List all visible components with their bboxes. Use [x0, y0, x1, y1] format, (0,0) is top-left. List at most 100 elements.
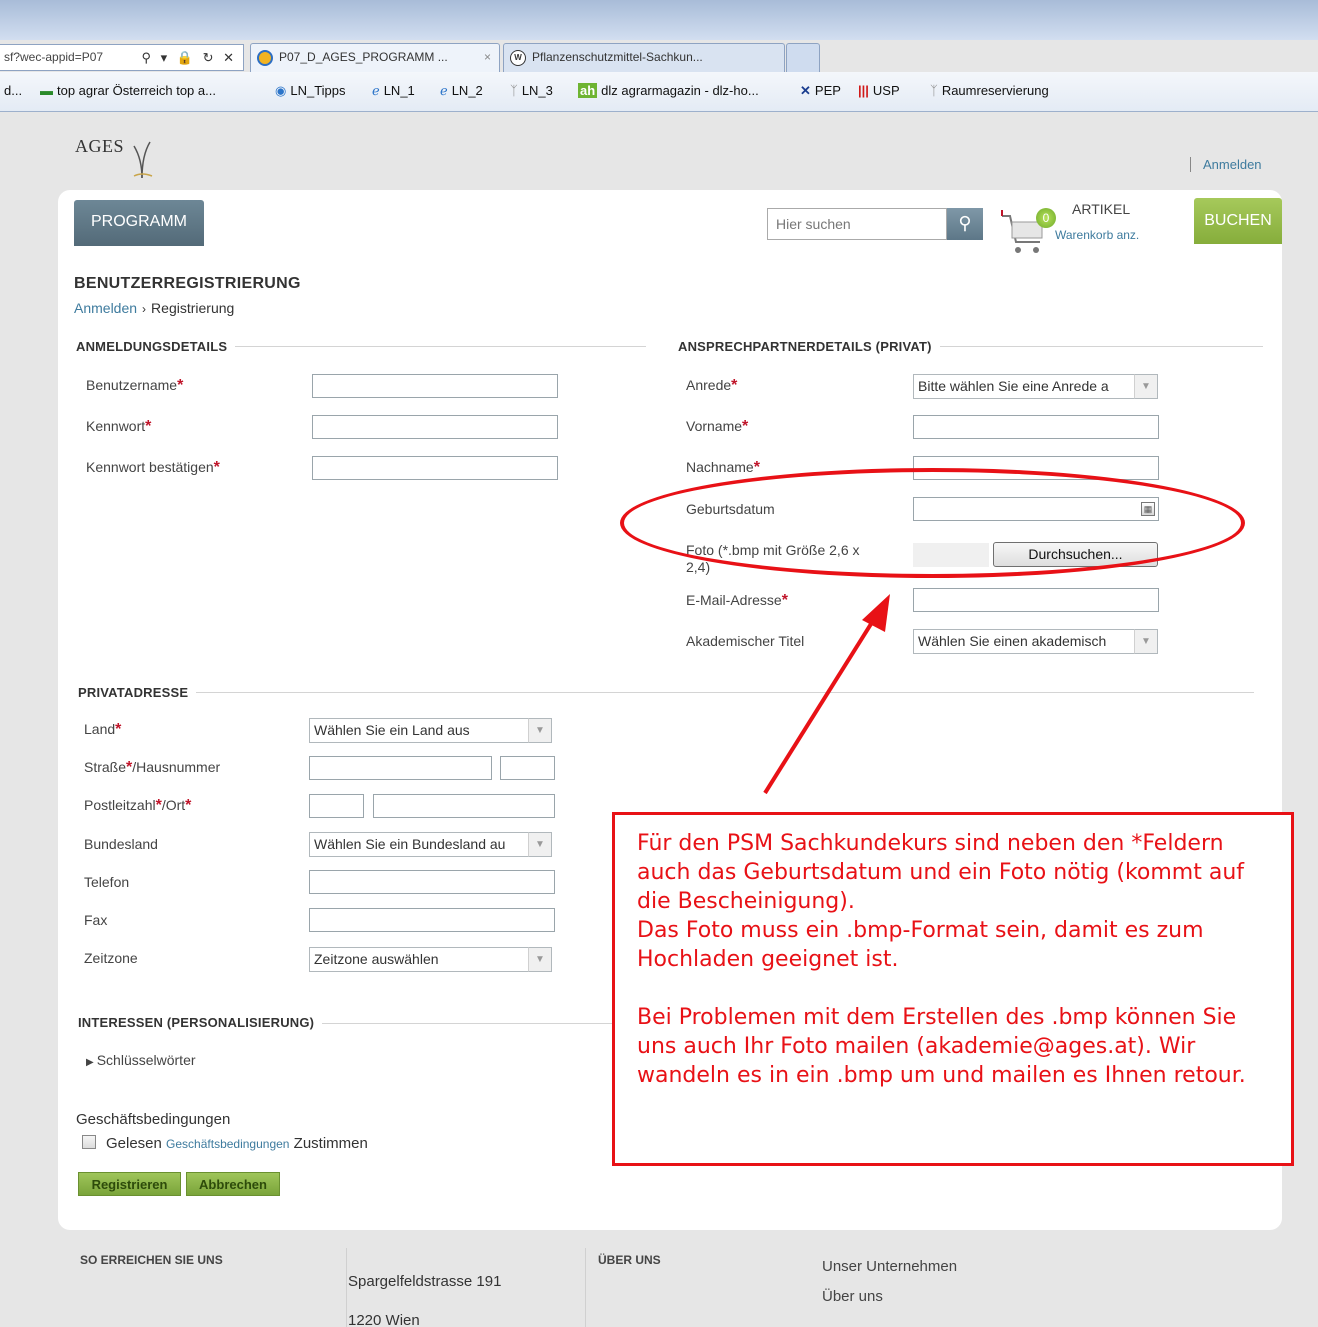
agrar-icon: ▬	[40, 83, 53, 98]
footer-divider	[585, 1248, 586, 1327]
fax-label: Fax	[84, 912, 108, 928]
search-input[interactable]: Hier suchen	[767, 208, 947, 240]
confirm-password-label: Kennwort bestätigen*	[86, 459, 220, 476]
favorite-item-usp[interactable]: ||| USP	[858, 83, 900, 98]
email-input[interactable]	[913, 588, 1159, 612]
breadcrumb-login-link[interactable]: Anmelden	[74, 300, 137, 316]
street-input[interactable]	[309, 756, 492, 780]
street-label: Straße*/Hausnummer	[84, 759, 221, 776]
terms-link[interactable]: Geschäftsbedingungen	[166, 1137, 289, 1151]
favorite-item[interactable]: d...	[4, 83, 22, 98]
password-input[interactable]	[312, 415, 558, 439]
ie-icon	[257, 50, 273, 66]
terms-title: Geschäftsbedingungen	[76, 1111, 231, 1128]
footer-contact-heading: SO ERREICHEN SIE UNS	[80, 1253, 223, 1267]
timezone-label: Zeitzone	[84, 950, 138, 966]
annotation-note-box: Für den PSM Sachkundekurs sind neben den…	[612, 812, 1294, 1166]
postal-code-label: Postleitzahl*/Ort*	[84, 797, 192, 814]
annotation-text: Bei Problemen mit dem Erstellen des .bmp…	[637, 1005, 1246, 1088]
fax-input[interactable]	[309, 908, 555, 932]
ages-logo-plant-icon	[133, 141, 153, 179]
chevron-down-icon[interactable]: ▼	[528, 947, 552, 972]
country-label: Land*	[84, 721, 122, 738]
cancel-button[interactable]: Abbrechen	[186, 1172, 280, 1196]
breadcrumb: Anmelden › Registrierung	[74, 300, 234, 316]
first-name-input[interactable]	[913, 415, 1159, 439]
academic-title-label: Akademischer Titel	[686, 633, 805, 649]
dlz-icon: ah	[578, 83, 598, 98]
chevron-down-icon[interactable]: ▼	[528, 718, 552, 743]
email-label: E-Mail-Adresse*	[686, 592, 788, 609]
page-title: BENUTZERREGISTRIERUNG	[74, 275, 301, 292]
address-actions-icons[interactable]: ⚲ ▾ 🔒 ↻ ✕	[142, 45, 237, 70]
private-address-heading: PRIVATADRESSE	[78, 685, 197, 700]
favorite-item-raumreservierung[interactable]: ᛉ Raumreservierung	[930, 83, 1049, 98]
view-cart-link[interactable]: Warenkorb anz.	[1055, 228, 1139, 242]
contact-details-heading: ANSPRECHPARTNERDETAILS (PRIVAT)	[678, 339, 940, 354]
browser-tab-ages-programm[interactable]: P07_D_AGES_PROGRAMM ... ×	[250, 43, 500, 72]
nav-programm-tab[interactable]: PROGRAMM	[74, 200, 204, 246]
ages-logo[interactable]: AGES	[75, 136, 124, 157]
country-select[interactable]: Wählen Sie ein Land aus	[309, 718, 529, 743]
ages-plant-icon: ᛉ	[930, 83, 938, 98]
favorite-item-ln-2[interactable]: ℯ LN_2	[440, 83, 483, 99]
timezone-select[interactable]: Zeitzone auswählen	[309, 947, 529, 972]
house-number-input[interactable]	[500, 756, 555, 780]
favorites-bar: d... ▬ top agrar Österreich top a... ◉ LN_…	[0, 72, 1318, 112]
expand-arrow-icon: ▶	[86, 1057, 94, 1068]
keywords-toggle[interactable]: ▶ Schlüsselwörter	[86, 1052, 196, 1068]
tab-title: Pflanzenschutzmittel-Sachkun...	[532, 50, 703, 64]
buchen-button[interactable]: BUCHEN	[1194, 198, 1282, 244]
annotation-text: Für den PSM Sachkundekurs sind neben den…	[637, 831, 1245, 914]
cart-articles-label: ARTIKEL	[1072, 201, 1131, 217]
academic-title-select[interactable]: Wählen Sie einen akademisch	[913, 629, 1135, 654]
phone-input[interactable]	[309, 870, 555, 894]
salutation-label: Anrede*	[686, 377, 738, 394]
phone-label: Telefon	[84, 874, 130, 890]
browser-title-area	[0, 0, 1318, 40]
ages-plant-icon: ᛉ	[510, 83, 518, 98]
new-tab-button[interactable]	[786, 43, 820, 72]
annotation-highlight-ellipse	[620, 468, 1245, 578]
favorite-item-ln-1[interactable]: ℯ LN_1	[372, 83, 415, 99]
favorite-item-dlz[interactable]: ah dlz agrarmagazin - dlz-ho...	[578, 83, 759, 98]
confirm-password-input[interactable]	[312, 456, 558, 480]
close-tab-icon[interactable]: ×	[484, 44, 491, 71]
salutation-select[interactable]: Bitte wählen Sie eine Anrede a	[913, 374, 1135, 399]
register-button[interactable]: Registrieren	[78, 1172, 181, 1196]
postal-code-input[interactable]	[309, 794, 364, 818]
favorite-item-ln-tipps[interactable]: ◉ LN_Tipps	[275, 83, 346, 99]
terms-text: Gelesen Geschäftsbedingungen Zustimmen	[106, 1135, 368, 1152]
ie-icon: ℯ	[440, 83, 448, 98]
username-label: Benutzername*	[86, 377, 184, 394]
chevron-down-icon[interactable]: ▼	[1134, 374, 1158, 399]
terms-checkbox[interactable]	[82, 1135, 96, 1149]
annotation-text: Das Foto muss ein .bmp-Format sein, dami…	[637, 918, 1204, 972]
footer-link-company[interactable]: Unser Unternehmen	[822, 1258, 957, 1275]
chevron-down-icon[interactable]: ▼	[1134, 629, 1158, 654]
state-label: Bundesland	[84, 836, 158, 852]
footer-about-heading: ÜBER UNS	[598, 1253, 661, 1267]
login-link[interactable]: Anmelden	[1190, 157, 1262, 172]
username-input[interactable]	[312, 374, 558, 398]
search-icon[interactable]: ⚲	[947, 208, 983, 240]
tab-title: P07_D_AGES_PROGRAMM ...	[279, 50, 448, 64]
browser-tab-pflanzenschutz[interactable]: W Pflanzenschutzmittel-Sachkun...	[503, 43, 785, 72]
chevron-down-icon[interactable]: ▼	[528, 832, 552, 857]
site-favicon-icon: W	[510, 50, 526, 66]
city-input[interactable]	[373, 794, 555, 818]
footer-city: 1220 Wien	[348, 1312, 420, 1327]
address-bar[interactable]: sf?wec-appid=P07 ⚲ ▾ 🔒 ↻ ✕	[0, 44, 244, 71]
favorite-item-top-agrar[interactable]: ▬ top agrar Österreich top a...	[40, 83, 216, 98]
pep-icon: ✕	[800, 83, 811, 98]
favorite-item-ln-3[interactable]: ᛉ LN_3	[510, 83, 553, 98]
state-select[interactable]: Wählen Sie ein Bundesland au	[309, 832, 529, 857]
footer-street: Spargelfeldstrasse 191	[348, 1273, 502, 1290]
footer-link-about[interactable]: Über uns	[822, 1288, 883, 1305]
password-label: Kennwort*	[86, 418, 152, 435]
interests-heading: INTERESSEN (PERSONALISIERUNG)	[78, 1015, 323, 1030]
globe-icon: ◉	[275, 83, 287, 98]
cart-count-badge: 0	[1036, 208, 1056, 228]
breadcrumb-current: Registrierung	[151, 300, 235, 316]
favorite-item-pep[interactable]: ✕ PEP	[800, 83, 841, 99]
